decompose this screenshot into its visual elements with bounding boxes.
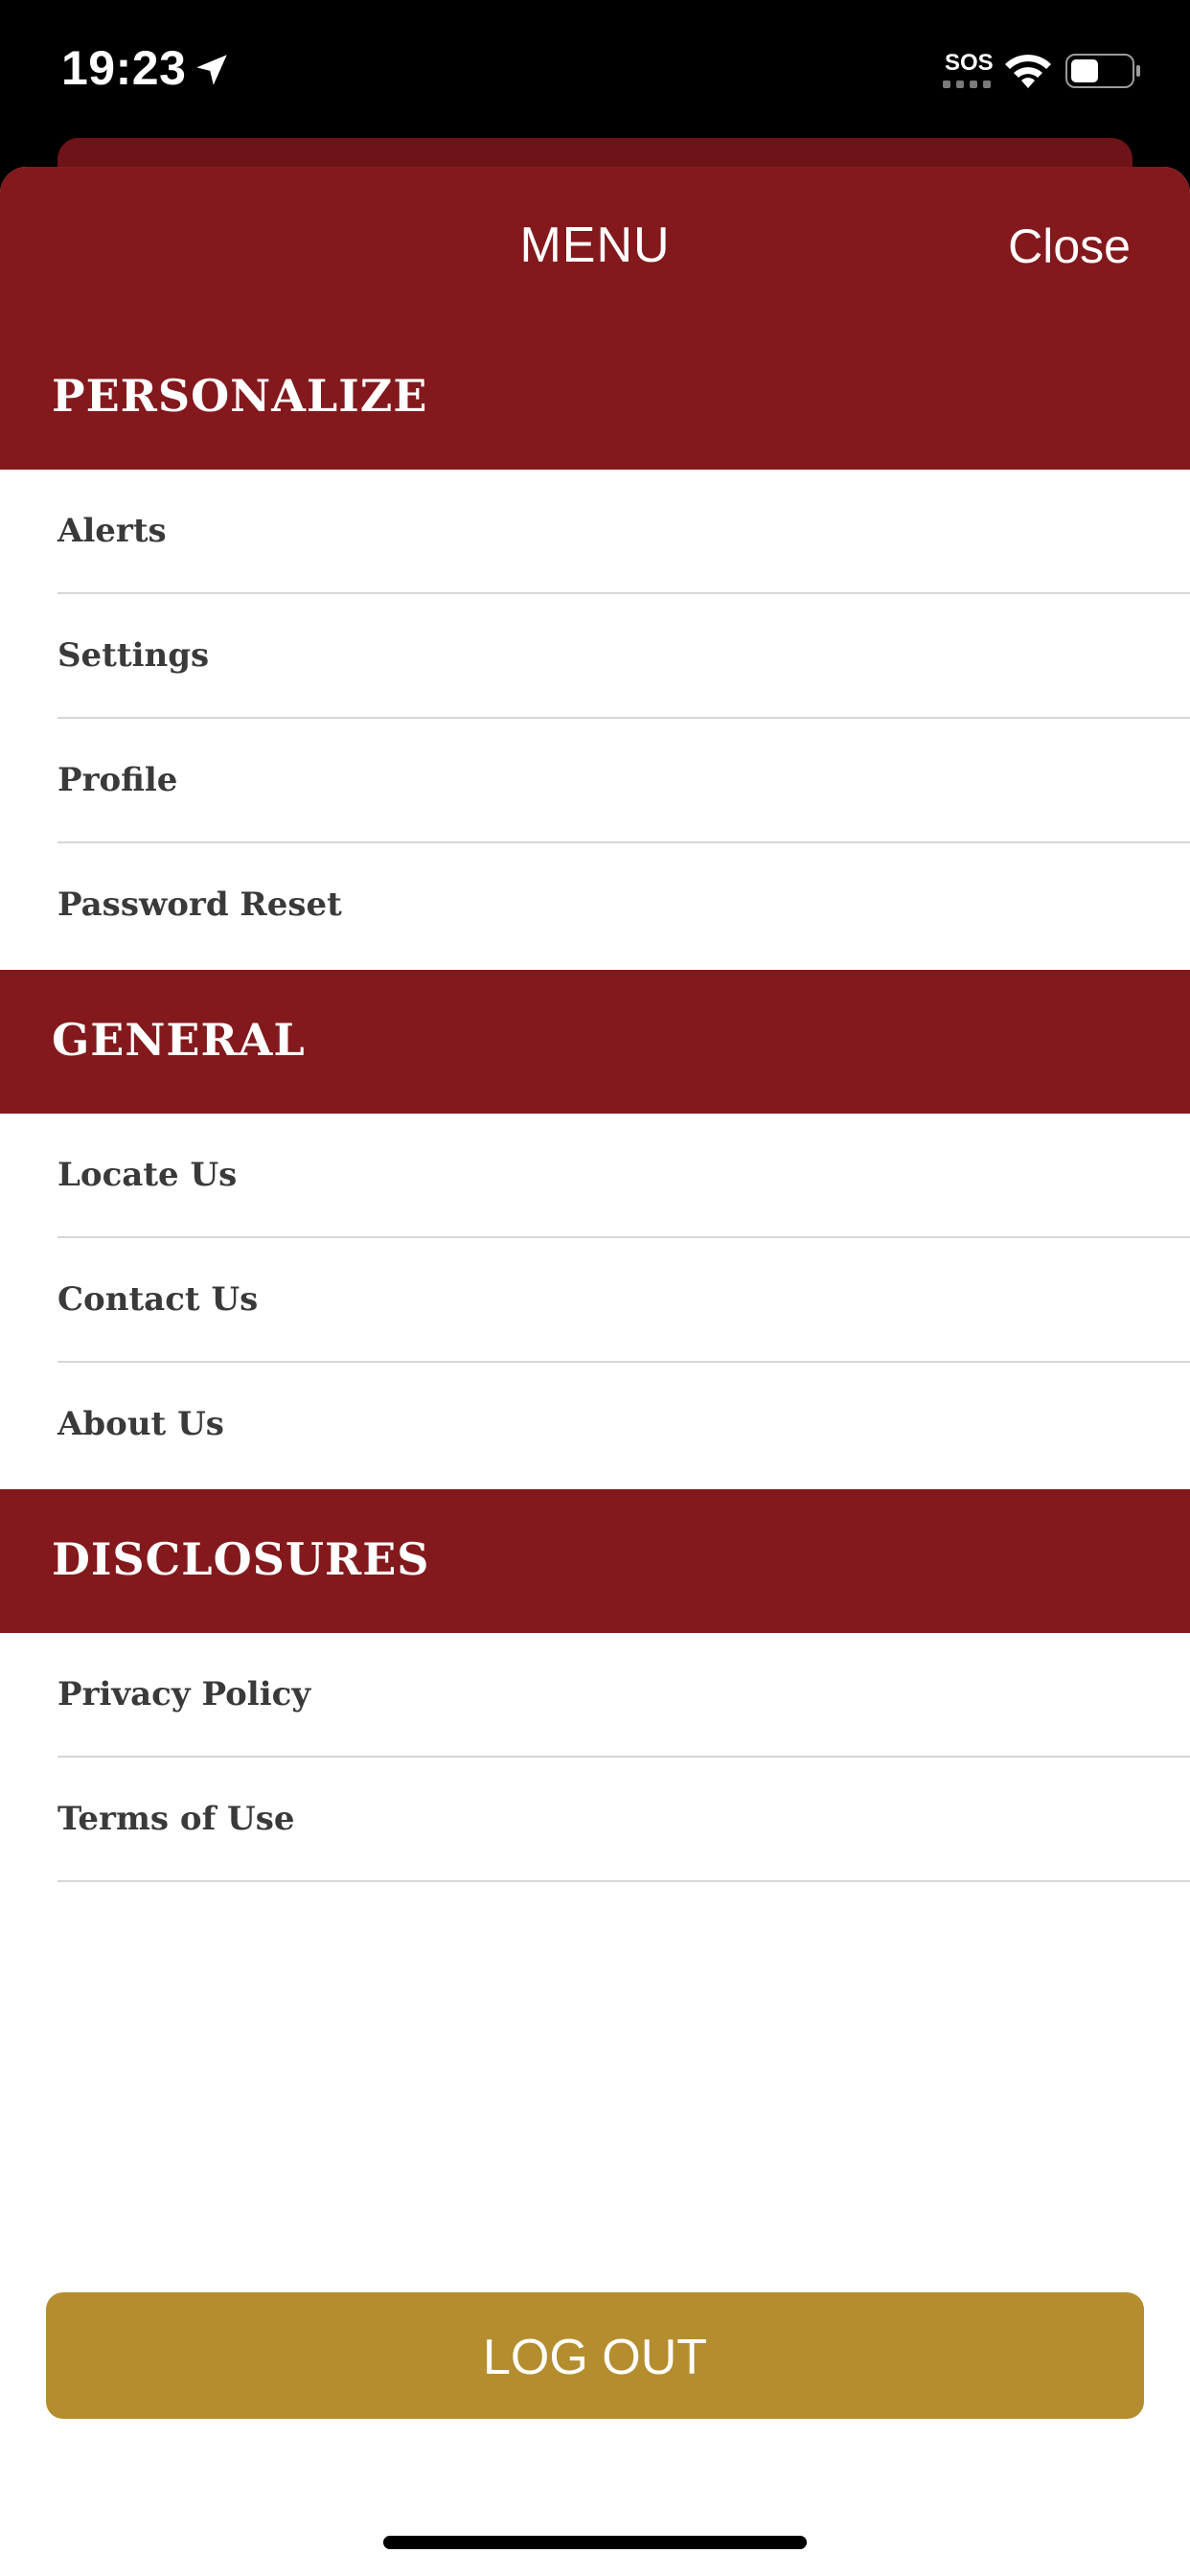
home-indicator bbox=[383, 2536, 807, 2549]
menu-item-about-us[interactable]: About Us bbox=[57, 1363, 1190, 1487]
menu-item-label: Locate Us bbox=[57, 1156, 238, 1194]
menu-sheet: MENU Close PERSONALIZE Alerts Settings P… bbox=[0, 167, 1190, 2576]
menu-item-contact-us[interactable]: Contact Us bbox=[57, 1238, 1190, 1363]
wifi-icon bbox=[1005, 55, 1051, 88]
close-button[interactable]: Close bbox=[1008, 218, 1131, 274]
menu-item-password-reset[interactable]: Password Reset bbox=[57, 843, 1190, 968]
menu-item-label: Settings bbox=[57, 636, 210, 675]
location-arrow-icon bbox=[196, 55, 227, 85]
menu-item-terms-of-use[interactable]: Terms of Use bbox=[57, 1758, 1190, 1882]
section-title: PERSONALIZE bbox=[52, 370, 428, 422]
menu-item-label: Terms of Use bbox=[57, 1800, 295, 1838]
menu-item-profile[interactable]: Profile bbox=[57, 719, 1190, 843]
menu-item-label: Privacy Policy bbox=[57, 1675, 311, 1714]
logout-button[interactable]: LOG OUT bbox=[46, 2292, 1144, 2419]
menu-item-label: Contact Us bbox=[57, 1280, 259, 1319]
menu-item-alerts[interactable]: Alerts bbox=[57, 470, 1190, 594]
section-header-disclosures: DISCLOSURES bbox=[0, 1489, 1190, 1633]
menu-header: MENU Close bbox=[0, 167, 1190, 328]
status-bar: 19:23 SOS bbox=[0, 0, 1190, 139]
menu-item-locate-us[interactable]: Locate Us bbox=[57, 1114, 1190, 1238]
menu-item-label: Alerts bbox=[57, 512, 167, 550]
section-header-personalize: PERSONALIZE bbox=[0, 326, 1190, 470]
status-time: 19:23 bbox=[61, 41, 187, 95]
menu-item-label: Profile bbox=[57, 761, 178, 799]
menu-item-privacy-policy[interactable]: Privacy Policy bbox=[57, 1633, 1190, 1758]
signal-dots-icon bbox=[943, 80, 991, 88]
section-title: GENERAL bbox=[52, 1014, 306, 1066]
logout-label: LOG OUT bbox=[482, 2330, 708, 2385]
sos-label: SOS bbox=[945, 50, 994, 76]
menu-item-label: About Us bbox=[57, 1405, 224, 1443]
section-header-general: GENERAL bbox=[0, 970, 1190, 1114]
menu-item-settings[interactable]: Settings bbox=[57, 594, 1190, 719]
battery-icon bbox=[1065, 54, 1140, 88]
section-title: DISCLOSURES bbox=[52, 1533, 430, 1585]
screen: 19:23 SOS MENU Close PERSONALIZE Alerts … bbox=[0, 0, 1190, 2576]
menu-item-label: Password Reset bbox=[57, 886, 342, 924]
